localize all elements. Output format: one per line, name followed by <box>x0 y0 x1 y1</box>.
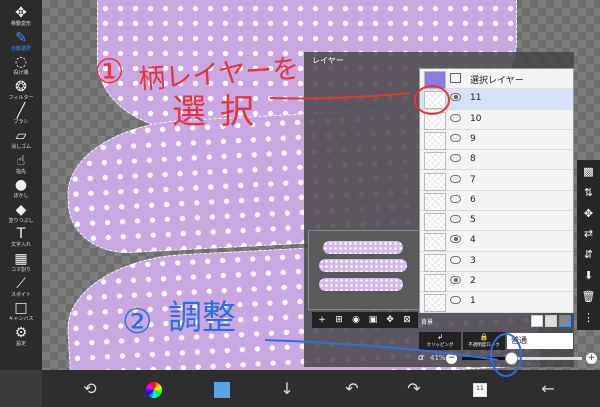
annotation-strokes <box>264 85 522 377</box>
blue-circle-highlight <box>490 333 522 377</box>
step1-number: ① <box>94 52 125 92</box>
blue-arrow-line <box>264 339 499 361</box>
red-circle-highlight <box>414 85 450 115</box>
step2-number: ② <box>122 302 153 342</box>
red-arrow-line <box>269 92 411 100</box>
step2-text: 調整 <box>168 298 236 338</box>
step1-text-line2: 選択 <box>172 92 268 132</box>
